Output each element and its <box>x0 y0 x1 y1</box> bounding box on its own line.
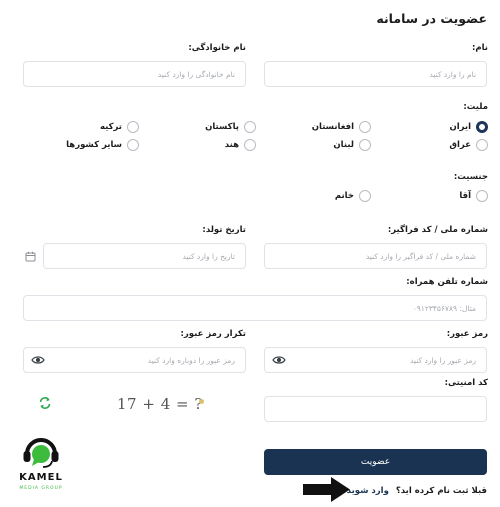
national-id-label: شماره ملی / کد فراگیر: <box>387 225 488 235</box>
first-name-label: نام: <box>471 43 488 53</box>
nationality-radio-india[interactable] <box>244 139 256 151</box>
kamel-logo: KAMEL MEDIA GROUP <box>10 430 72 500</box>
captcha-image: 17 + 4 = ? <box>113 393 208 417</box>
password-repeat-placeholder: رمز عبور را دوباره وارد کنید <box>147 356 235 365</box>
gender-radio-male[interactable] <box>476 190 488 202</box>
birth-date-placeholder: تاریخ را وارد کنید <box>182 252 235 261</box>
watermark-sub: MEDIA GROUP <box>19 486 63 491</box>
last-name-placeholder: نام خانوادگی را وارد کنید <box>157 70 235 79</box>
password-placeholder: رمز عبور را وارد کنید <box>410 356 476 365</box>
first-name-input[interactable]: نام را وارد کنید <box>264 61 487 87</box>
nationality-radio-other[interactable] <box>127 139 139 151</box>
nationality-radio-iraq[interactable] <box>476 139 488 151</box>
arrow-right-icon <box>303 477 350 502</box>
calendar-icon[interactable] <box>25 251 36 262</box>
eye-icon[interactable] <box>31 353 45 367</box>
nationality-radio-afghanistan[interactable] <box>359 121 371 133</box>
mobile-input[interactable]: مثال: ۰۹۱۲۳۴۵۶۷۸۹ <box>23 295 487 321</box>
captcha-label: کد امنیتی: <box>444 378 488 388</box>
headset-icon <box>23 438 59 468</box>
password-repeat-input[interactable]: رمز عبور را دوباره وارد کنید <box>23 347 246 373</box>
eye-icon[interactable] <box>272 353 286 367</box>
national-id-input[interactable]: شماره ملی / کد فراگیر را وارد کنید <box>264 243 487 269</box>
nationality-option-other: سایر کشورها <box>66 140 122 150</box>
login-link[interactable]: وارد شوید <box>347 486 389 496</box>
watermark-brand: KAMEL <box>19 472 63 483</box>
nationality-option-iraq: عراق <box>449 140 471 150</box>
refresh-icon[interactable] <box>38 396 52 410</box>
gender-label: جنسیت: <box>453 172 488 182</box>
nationality-option-iran: ایران <box>449 122 471 132</box>
captcha-text: 17 + 4 = ? <box>117 395 203 413</box>
first-name-placeholder: نام را وارد کنید <box>429 70 476 79</box>
gender-option-female: خانم <box>334 191 354 201</box>
password-input[interactable]: رمز عبور را وارد کنید <box>264 347 487 373</box>
national-id-placeholder: شماره ملی / کد فراگیر را وارد کنید <box>365 252 476 261</box>
gender-radio-female[interactable] <box>359 190 371 202</box>
last-name-label: نام خانوادگی: <box>188 43 246 53</box>
nationality-radio-turkey[interactable] <box>127 121 139 133</box>
submit-button[interactable]: عضویت <box>264 449 487 475</box>
page-title: عضویت در سامانه <box>376 11 487 26</box>
password-label: رمز عبور: <box>446 329 488 339</box>
gender-option-male: آقا <box>459 191 471 201</box>
password-repeat-label: تکرار رمز عبور: <box>180 329 247 339</box>
mobile-placeholder: مثال: ۰۹۱۲۳۴۵۶۷۸۹ <box>412 304 476 313</box>
nationality-option-afghanistan: افغانستان <box>311 122 354 132</box>
birth-date-label: تاریخ تولد: <box>202 225 246 235</box>
nationality-radio-pakistan[interactable] <box>244 121 256 133</box>
nationality-option-india: هند <box>224 140 239 150</box>
nationality-option-pakistan: پاکستان <box>205 122 239 132</box>
mobile-label: شماره تلفن همراه: <box>406 277 488 287</box>
birth-date-input[interactable]: تاریخ را وارد کنید <box>43 243 246 269</box>
nationality-label: ملیت: <box>463 102 488 112</box>
last-name-input[interactable]: نام خانوادگی را وارد کنید <box>23 61 246 87</box>
captcha-input[interactable] <box>264 396 487 422</box>
login-prompt-text: قبلا ثبت نام کرده اید؟ <box>395 486 487 496</box>
nationality-option-turkey: ترکیه <box>99 122 122 132</box>
nationality-option-lebanon: لبنان <box>333 140 354 150</box>
login-prompt-row: قبلا ثبت نام کرده اید؟ وارد شوید <box>347 486 487 496</box>
nationality-radio-lebanon[interactable] <box>359 139 371 151</box>
captcha-noise-dot <box>199 399 204 404</box>
nationality-radio-iran[interactable] <box>476 121 488 133</box>
